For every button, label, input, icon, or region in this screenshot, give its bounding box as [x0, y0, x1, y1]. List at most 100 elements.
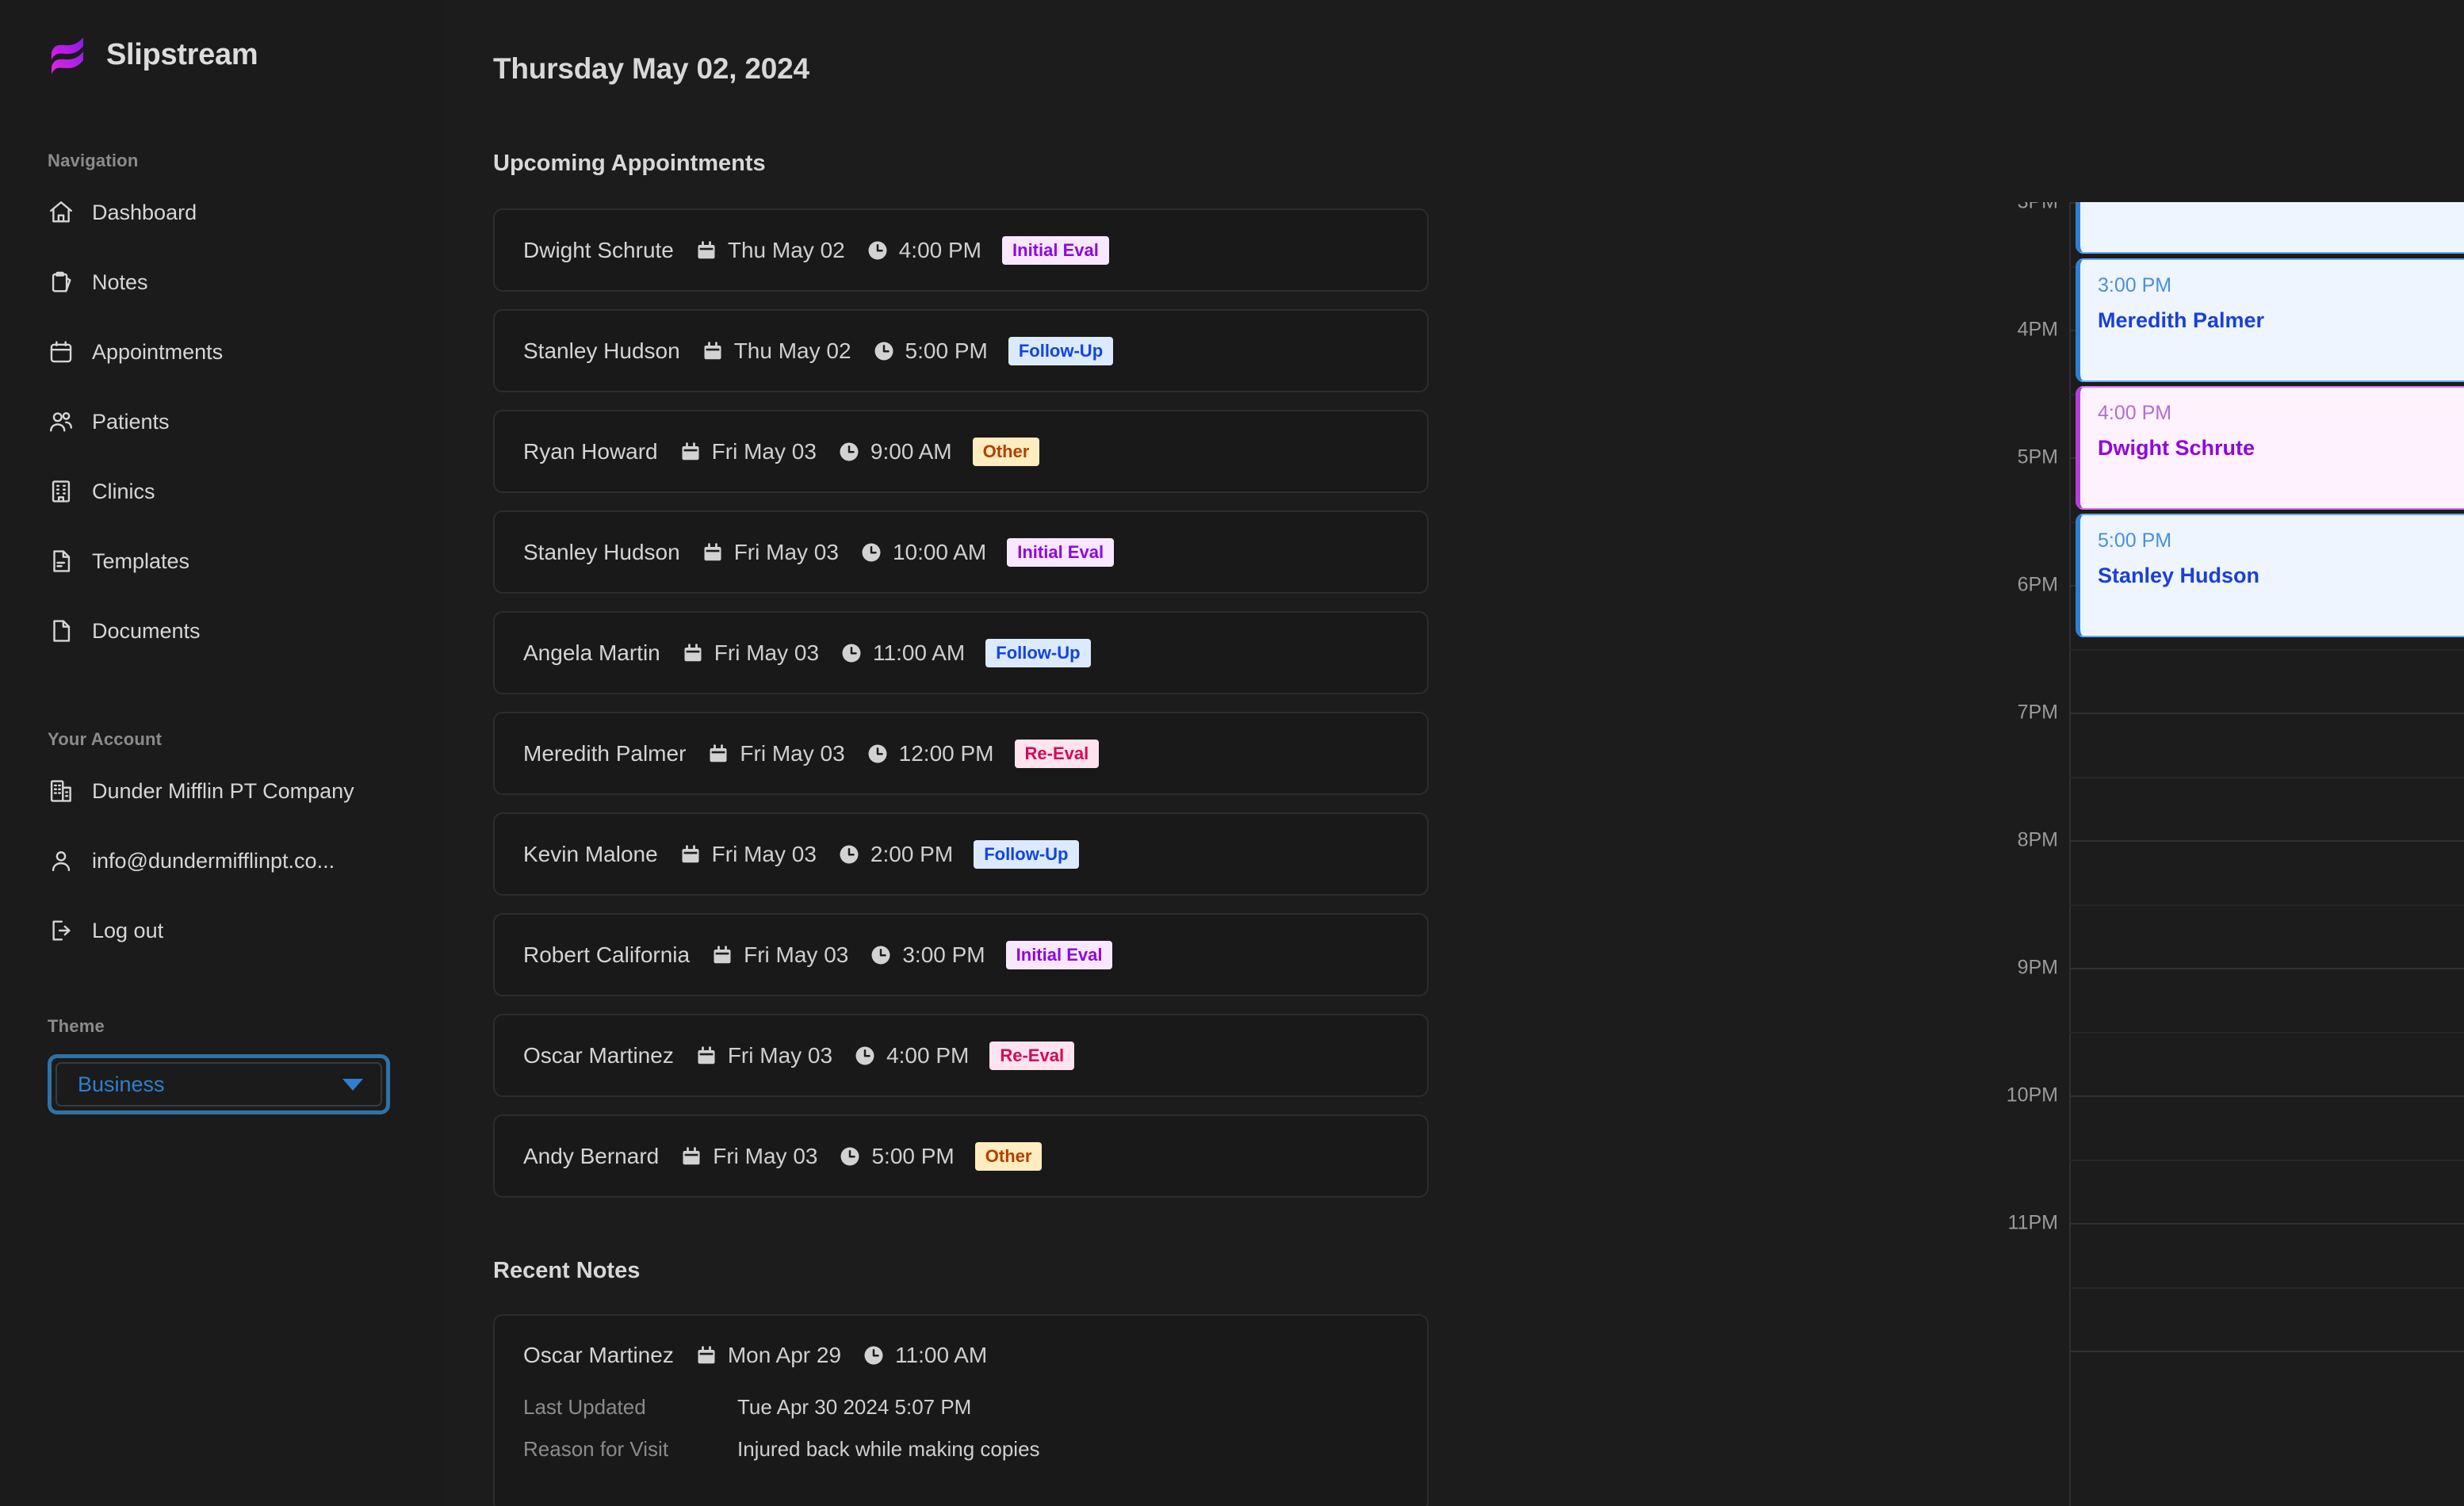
- appointment-date: Fri May 03: [679, 439, 817, 464]
- calendar-icon: [698, 1346, 715, 1364]
- appointment-time: 9:00 AM: [837, 439, 952, 464]
- calendar-hour-label: 3PM: [1982, 202, 2058, 214]
- appointment-row[interactable]: Stanley Hudson Fri May 03 10:00 AM Initial …: [493, 510, 1429, 594]
- appointment-date: Fri May 03: [681, 640, 819, 666]
- sidebar-item-label: Dashboard: [92, 200, 197, 224]
- left-column: Upcoming Appointments Dwight Schrute Thu …: [493, 151, 1429, 1506]
- appointment-date-text: Fri May 03: [714, 640, 820, 665]
- calendar-hour-line: [2069, 968, 2464, 969]
- appointment-time-text: 4:00 PM: [886, 1042, 970, 1068]
- appointment-row[interactable]: Robert California Fri May 03 3:00 PM Initia…: [493, 913, 1429, 996]
- appointment-time: 2:00 PM: [837, 842, 953, 867]
- sidebar-item-clinics[interactable]: Clinics: [0, 457, 444, 526]
- note-last-updated-label: Last Updated: [523, 1395, 646, 1419]
- sidebar-item-templates[interactable]: Templates: [0, 526, 444, 596]
- appointment-time: 12:00 PM: [866, 741, 994, 766]
- appointment-row[interactable]: Dwight Schrute Thu May 02 4:00 PM Initial E…: [493, 208, 1429, 292]
- calendar-event[interactable]: 2:00 PMRyan Howard: [2076, 202, 2464, 254]
- appointment-type-badge: Re-Eval: [989, 1041, 1075, 1070]
- appointment-type-badge: Follow-Up: [985, 638, 1091, 667]
- appointment-type-badge: Initial Eval: [1005, 940, 1113, 969]
- clipboard-icon: [52, 271, 71, 292]
- notes-list: Oscar Martinez Mon Apr 29 11:00 AM Last Upd…: [493, 1314, 1429, 1506]
- calendar-hour-line: [2069, 713, 2464, 714]
- theme-select[interactable]: Business: [48, 1054, 390, 1114]
- appointment-time-text: 2:00 PM: [870, 841, 954, 866]
- appointment-date-text: Thu May 02: [727, 237, 845, 262]
- nav-section-label: Navigation: [48, 151, 139, 170]
- calendar-icon: [704, 341, 721, 359]
- appointment-patient-name: Andy Bernard: [523, 1143, 660, 1168]
- calendar-event-patient: Dwight Schrute: [2098, 436, 2255, 460]
- calendar-half-hour-line: [2069, 1286, 2464, 1289]
- calendar-icon: [710, 743, 727, 762]
- sidebar-item-email[interactable]: info@dundermifflinpt.co...: [0, 826, 444, 896]
- appointment-time: 4:00 PM: [853, 1043, 969, 1068]
- appointment-row[interactable]: Angela Martin Fri May 03 11:00 AM Follow-Up: [493, 611, 1429, 694]
- sidebar-item-notes[interactable]: Notes: [0, 247, 444, 317]
- appointment-row[interactable]: Stanley Hudson Thu May 02 5:00 PM Follow-Up: [493, 309, 1429, 392]
- appointment-type-badge: Initial Eval: [1007, 537, 1115, 567]
- calendar-event[interactable]: 3:00 PM Meredith Palmer: [2076, 258, 2464, 382]
- users-icon: [50, 412, 72, 432]
- appointment-row[interactable]: Oscar Martinez Fri May 03 4:00 PM Re-Eval: [493, 1014, 1429, 1097]
- sidebar-item-appointments[interactable]: Appointments: [0, 317, 444, 387]
- clock-icon: [864, 1346, 883, 1365]
- appointment-patient-name: Kevin Malone: [523, 841, 658, 866]
- logout-icon: [52, 920, 71, 941]
- sidebar-item-dashboard[interactable]: Dashboard: [0, 178, 444, 247]
- calendar-event-time: 5:00 PM: [2098, 529, 2172, 552]
- sidebar-item-logout[interactable]: Log out: [0, 896, 444, 965]
- appointment-time: 11:00 AM: [840, 640, 965, 666]
- main-content: Thursday May 02, 2024 Upcoming Appointme…: [444, 0, 2464, 1506]
- appointment-time: 5:00 PM: [838, 1143, 955, 1169]
- note-reason-label: Reason for Visit: [523, 1437, 669, 1461]
- user-icon: [52, 851, 71, 872]
- appointment-date-text: Fri May 03: [733, 539, 839, 564]
- file-icon: [53, 620, 71, 642]
- calendar-hour-label: 7PM: [2017, 701, 2058, 724]
- clock-icon: [862, 543, 881, 561]
- note-patient-name: Oscar Martinez: [523, 1343, 674, 1367]
- appointment-time-text: 12:00 PM: [898, 740, 994, 766]
- clock-icon: [871, 946, 890, 964]
- calendar-icon: [714, 945, 731, 963]
- clock-icon: [874, 342, 893, 360]
- clock-icon: [840, 845, 859, 863]
- appointment-patient-name: Stanley Hudson: [523, 338, 680, 363]
- theme-section-label: Theme: [48, 1016, 105, 1036]
- theme-select-inner: Business: [55, 1062, 382, 1107]
- brand-name: Slipstream: [106, 37, 258, 71]
- appointment-row[interactable]: Meredith Palmer Fri May 03 12:00 PM Re-Eval: [493, 712, 1429, 795]
- calendar-event[interactable]: 4:00 PM Dwight Schrute: [2076, 386, 2464, 510]
- calendar-hour-label: 5PM: [2017, 445, 2058, 468]
- appointment-date: Thu May 02: [701, 338, 851, 364]
- appointment-date-text: Thu May 02: [733, 338, 851, 363]
- sidebar-item-company[interactable]: Dunder Mifflin PT Company: [0, 756, 444, 826]
- calendar-event[interactable]: 5:00 PM Stanley Hudson: [2076, 514, 2464, 637]
- appointment-time-text: 5:00 PM: [871, 1143, 955, 1168]
- note-date: Mon Apr 29: [694, 1343, 841, 1368]
- clock-icon: [855, 1046, 874, 1065]
- appointment-type-badge: Other: [974, 1141, 1043, 1171]
- note-last-updated-value: Tue Apr 30 2024 5:07 PM: [737, 1395, 972, 1419]
- appointment-row[interactable]: Ryan Howard Fri May 03 9:00 AM Other: [493, 410, 1429, 493]
- appointment-date-text: Fri May 03: [740, 740, 845, 766]
- appointment-row[interactable]: Kevin Malone Fri May 03 2:00 PM Follow-Up: [493, 812, 1429, 896]
- clock-icon: [868, 744, 887, 763]
- sidebar-item-patients[interactable]: Patients: [0, 387, 444, 457]
- sidebar-item-label: Patients: [92, 409, 170, 434]
- appointment-patient-name: Angela Martin: [523, 640, 660, 665]
- theme-block: Theme Business: [0, 1016, 444, 1114]
- calendar-hour-label: 4PM: [2017, 318, 2058, 341]
- note-card[interactable]: Oscar Martinez Mon Apr 29 11:00 AM Last Upd…: [493, 1314, 1429, 1506]
- appointment-date-text: Fri May 03: [744, 942, 849, 967]
- appointment-type-badge: Follow-Up: [974, 839, 1079, 869]
- appointment-row[interactable]: Andy Bernard Fri May 03 5:00 PM Other: [493, 1114, 1429, 1198]
- calendar-half-hour-line: [2069, 648, 2464, 651]
- sidebar-item-label: Appointments: [92, 339, 224, 364]
- clock-icon: [840, 442, 859, 461]
- calendar-scroll[interactable]: 3PM 4PM 5PM 6PM 7PM 8PM 9PM 10PM 11PM 2:00 PMRyan…: [1982, 202, 2464, 1506]
- sidebar-item-documents[interactable]: Documents: [0, 596, 444, 666]
- calendar-hour-line: [2069, 1351, 2464, 1352]
